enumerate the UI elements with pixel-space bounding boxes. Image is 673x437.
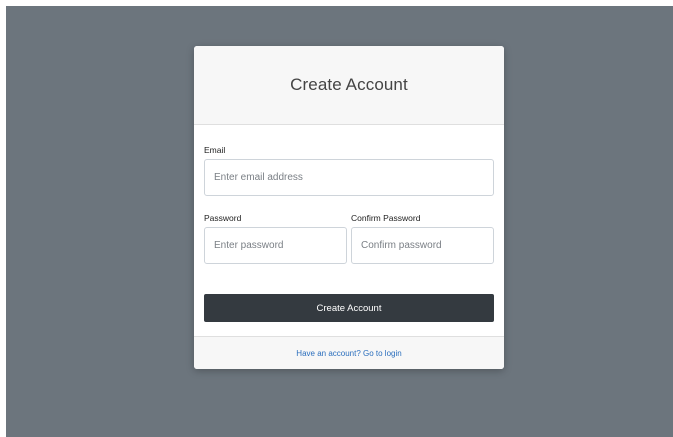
- go-to-login-link[interactable]: Have an account? Go to login: [296, 349, 401, 358]
- create-account-card: Create Account Email Password Confirm Pa…: [194, 46, 504, 369]
- create-account-button[interactable]: Create Account: [204, 294, 494, 322]
- email-input[interactable]: [204, 159, 494, 196]
- password-input[interactable]: [204, 227, 347, 264]
- card-header: Create Account: [194, 46, 504, 125]
- confirm-password-label: Confirm Password: [351, 213, 421, 223]
- email-label: Email: [204, 145, 226, 155]
- confirm-password-input[interactable]: [351, 227, 494, 264]
- card-title: Create Account: [290, 75, 408, 94]
- card-footer: Have an account? Go to login: [194, 336, 504, 369]
- password-label: Password: [204, 213, 242, 223]
- page-backdrop: Create Account Email Password Confirm Pa…: [6, 6, 673, 437]
- registration-form: Email Password Confirm Password Create A…: [194, 125, 504, 337]
